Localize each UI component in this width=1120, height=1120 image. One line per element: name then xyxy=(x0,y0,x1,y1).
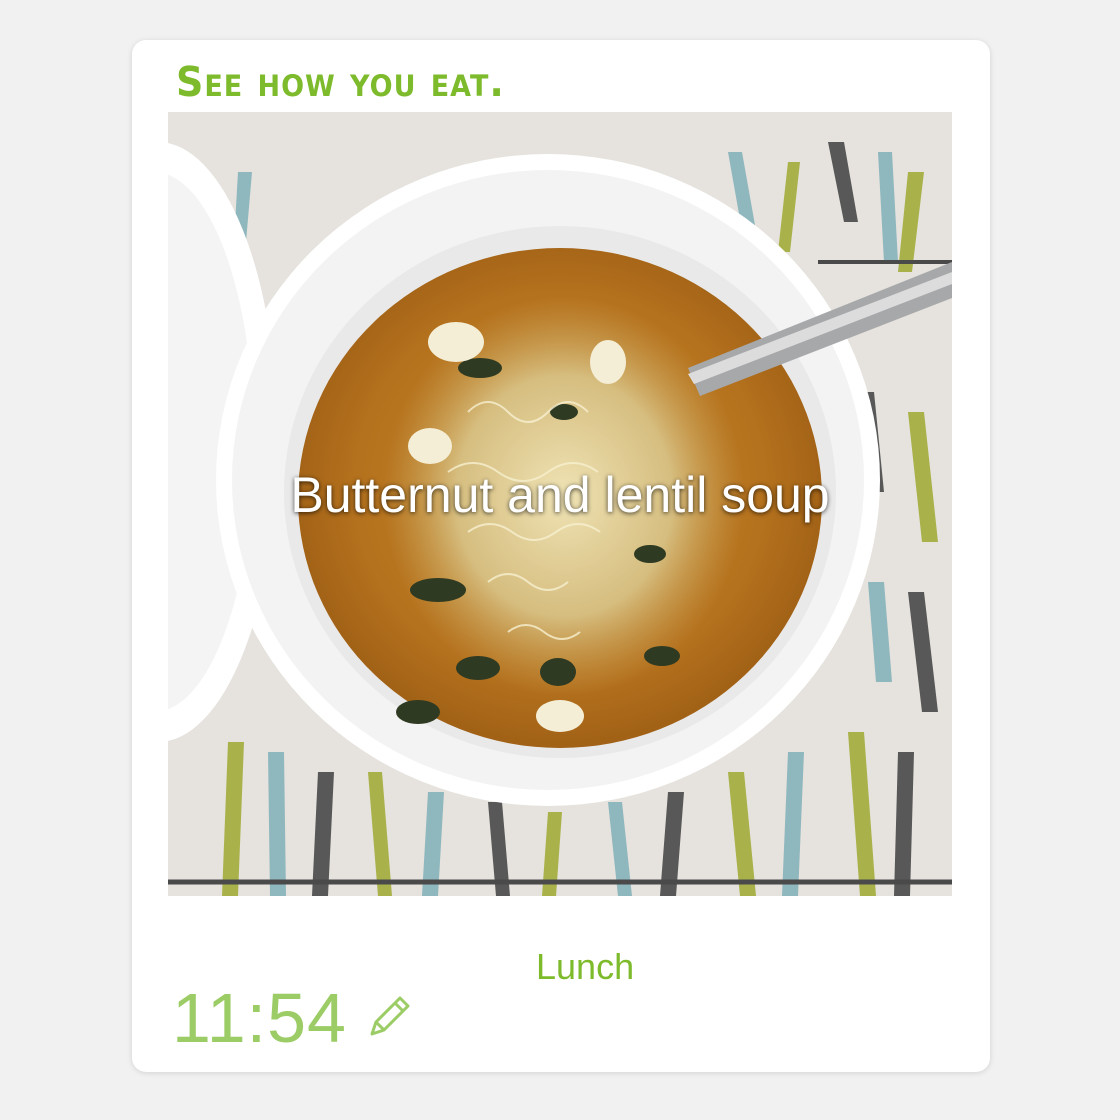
meal-time: 11:54 xyxy=(172,979,347,1057)
meal-caption: Butternut and lentil soup xyxy=(290,467,830,523)
meal-photo[interactable]: Butternut and lentil soup xyxy=(168,112,952,896)
pencil-icon[interactable] xyxy=(364,990,416,1042)
brand-tagline: See how you eat. xyxy=(176,58,505,106)
meal-type-label: Lunch xyxy=(536,946,635,987)
meal-card: See how you eat. Butternut and lentil so… xyxy=(132,40,990,1072)
